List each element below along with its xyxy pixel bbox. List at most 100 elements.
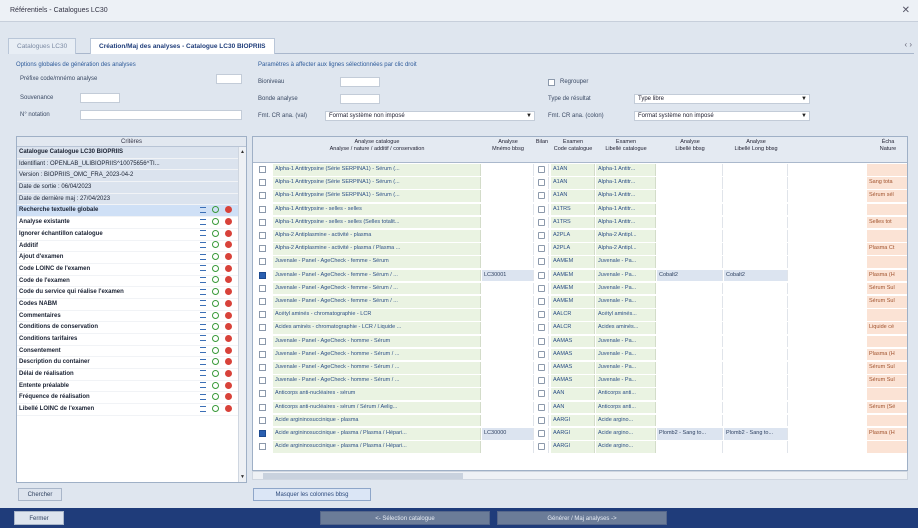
table-row[interactable]: Alpha-2 Antiplasmine - activité - plasma… [253, 243, 907, 255]
table-row[interactable]: Juvenale - Panel - AgeCheck - homme - Sé… [253, 335, 907, 348]
bilan-checkbox[interactable] [538, 350, 545, 358]
row-checkbox[interactable] [259, 324, 266, 332]
table-row[interactable]: Alpha-1 Antitrypsine (Série SERPINA1) - … [253, 190, 907, 202]
table-row[interactable]: Acétyl aminés - chromatographie - LCR AAL… [253, 309, 907, 321]
list-icon[interactable] [200, 358, 206, 365]
row-checkbox[interactable] [259, 390, 266, 398]
exclude-icon[interactable] [225, 299, 232, 307]
include-icon[interactable] [212, 206, 219, 214]
exclude-icon[interactable] [225, 264, 232, 272]
bilan-checkbox[interactable] [538, 337, 545, 345]
row-checkbox[interactable] [259, 192, 266, 200]
row-checkbox[interactable] [259, 377, 266, 385]
tab-creation-maj[interactable]: Création/Maj des analyses - Catalogue LC… [90, 38, 275, 54]
exclude-icon[interactable] [225, 393, 232, 401]
exclude-icon[interactable] [225, 311, 232, 319]
profil-input[interactable] [216, 74, 242, 84]
include-icon[interactable] [212, 311, 219, 319]
include-icon[interactable] [212, 334, 219, 342]
criteria-item[interactable]: Version : BIOPRIIS_OMC_FRA_2023-04-2 [17, 170, 246, 183]
include-icon[interactable] [212, 358, 219, 366]
fmt-valeur-select[interactable]: Format système non imposé ▼ [325, 111, 535, 121]
include-icon[interactable] [212, 241, 219, 249]
row-checkbox[interactable] [259, 218, 266, 226]
tab-scroll-arrows-icon[interactable]: ‹ › [904, 40, 912, 49]
tab-catalogues[interactable]: Catalogues LC30 [8, 38, 77, 54]
include-icon[interactable] [212, 381, 219, 389]
row-checkbox[interactable] [259, 311, 266, 319]
list-icon[interactable] [200, 206, 206, 213]
criteria-item[interactable]: Ignorer échantillon catalogue [17, 229, 246, 241]
list-icon[interactable] [200, 276, 206, 283]
header-bilan[interactable]: Bilan [535, 139, 549, 146]
list-icon[interactable] [200, 370, 206, 377]
header-libelle-bbsg[interactable]: Analyse Libellé bbsg [657, 139, 723, 153]
regrouper-checkbox[interactable] [548, 79, 555, 86]
bilan-checkbox[interactable] [538, 430, 545, 437]
table-row[interactable]: Juvenale - Panel - AgeCheck - homme - Sé… [253, 348, 907, 361]
bilan-checkbox[interactable] [538, 416, 545, 424]
table-row[interactable]: Alpha-1 Antitrypsine (Série SERPINA1) - … [253, 164, 907, 176]
list-icon[interactable] [200, 347, 206, 354]
exclude-icon[interactable] [225, 241, 232, 249]
row-checkbox[interactable] [259, 284, 266, 292]
header-echantillon[interactable]: Écha Nature [867, 139, 907, 153]
criteria-item[interactable]: Description du container [17, 357, 246, 370]
bilan-checkbox[interactable] [538, 179, 545, 187]
include-icon[interactable] [212, 218, 219, 226]
include-icon[interactable] [212, 253, 219, 261]
bonde-input[interactable] [340, 94, 380, 104]
row-checkbox[interactable] [259, 271, 266, 279]
table-row[interactable]: Juvenale - Panel - AgeCheck - femme - Sé… [253, 282, 907, 295]
criteria-item[interactable]: Codes NABM [17, 299, 246, 311]
include-icon[interactable] [212, 405, 219, 413]
bilan-checkbox[interactable] [538, 205, 545, 213]
list-icon[interactable] [200, 288, 206, 295]
list-icon[interactable] [200, 335, 206, 342]
criteria-item[interactable]: Libellé LOINC de l'examen [17, 404, 246, 416]
criteria-item[interactable]: Conditions tarifaires [17, 334, 246, 346]
exclude-icon[interactable] [225, 369, 232, 377]
exclude-icon[interactable] [225, 405, 232, 413]
header-libelle[interactable]: Analyse catalogue Analyse / nature / addi… [273, 139, 481, 153]
bilan-checkbox[interactable] [538, 271, 545, 279]
row-checkbox[interactable] [259, 337, 266, 345]
selection-catalogue-button[interactable]: <- Sélection catalogue [320, 511, 490, 525]
row-checkbox[interactable] [259, 232, 266, 239]
souvenance-input[interactable] [80, 93, 120, 103]
table-row[interactable]: Acides aminés - chromatographie - LCR / … [253, 322, 907, 334]
row-checkbox[interactable] [259, 258, 266, 266]
exclude-icon[interactable] [225, 206, 232, 214]
criteria-item[interactable]: Identifiant : OPENLAB_ULIBIOPRIIS^100756… [17, 158, 246, 171]
row-checkbox[interactable] [259, 443, 266, 451]
scroll-down-icon[interactable]: ▼ [240, 474, 245, 480]
exclude-icon[interactable] [225, 381, 232, 389]
header-libcat[interactable]: Examen Libellé catalogue [596, 139, 656, 153]
bioniveau-input[interactable] [340, 77, 380, 87]
bilan-checkbox[interactable] [538, 245, 545, 253]
include-icon[interactable] [212, 369, 219, 377]
grid-horizontal-scrollbar[interactable] [252, 471, 908, 480]
table-row[interactable]: Acide argininosuccinique - plasma / Plas… [253, 428, 907, 440]
row-checkbox[interactable] [259, 403, 266, 411]
type-resultat-select[interactable]: Type libre ▼ [634, 94, 810, 104]
criteria-item[interactable]: Consentement [17, 346, 246, 358]
include-icon[interactable] [212, 276, 219, 284]
bilan-checkbox[interactable] [538, 218, 545, 226]
include-icon[interactable] [212, 323, 219, 331]
row-checkbox[interactable] [259, 205, 266, 213]
list-icon[interactable] [200, 323, 206, 330]
criteria-item[interactable]: Catalogue Catalogue LC30 BIOPRIIS [17, 147, 246, 159]
criteria-item[interactable]: Date de dernière maj : 27/04/2023 [17, 193, 246, 206]
list-icon[interactable] [200, 312, 206, 319]
exclude-icon[interactable] [225, 229, 232, 237]
table-row[interactable]: Anticorps anti-nucléaires - sérum / Séru… [253, 401, 907, 414]
list-icon[interactable] [200, 393, 206, 400]
bilan-checkbox[interactable] [538, 364, 545, 371]
include-icon[interactable] [212, 346, 219, 354]
include-icon[interactable] [212, 393, 219, 401]
bilan-checkbox[interactable] [538, 390, 545, 398]
scroll-up-icon[interactable]: ▲ [240, 149, 245, 155]
scroll-thumb[interactable] [263, 473, 463, 479]
criteria-item[interactable]: Code du service qui réalise l'examen [17, 287, 246, 299]
